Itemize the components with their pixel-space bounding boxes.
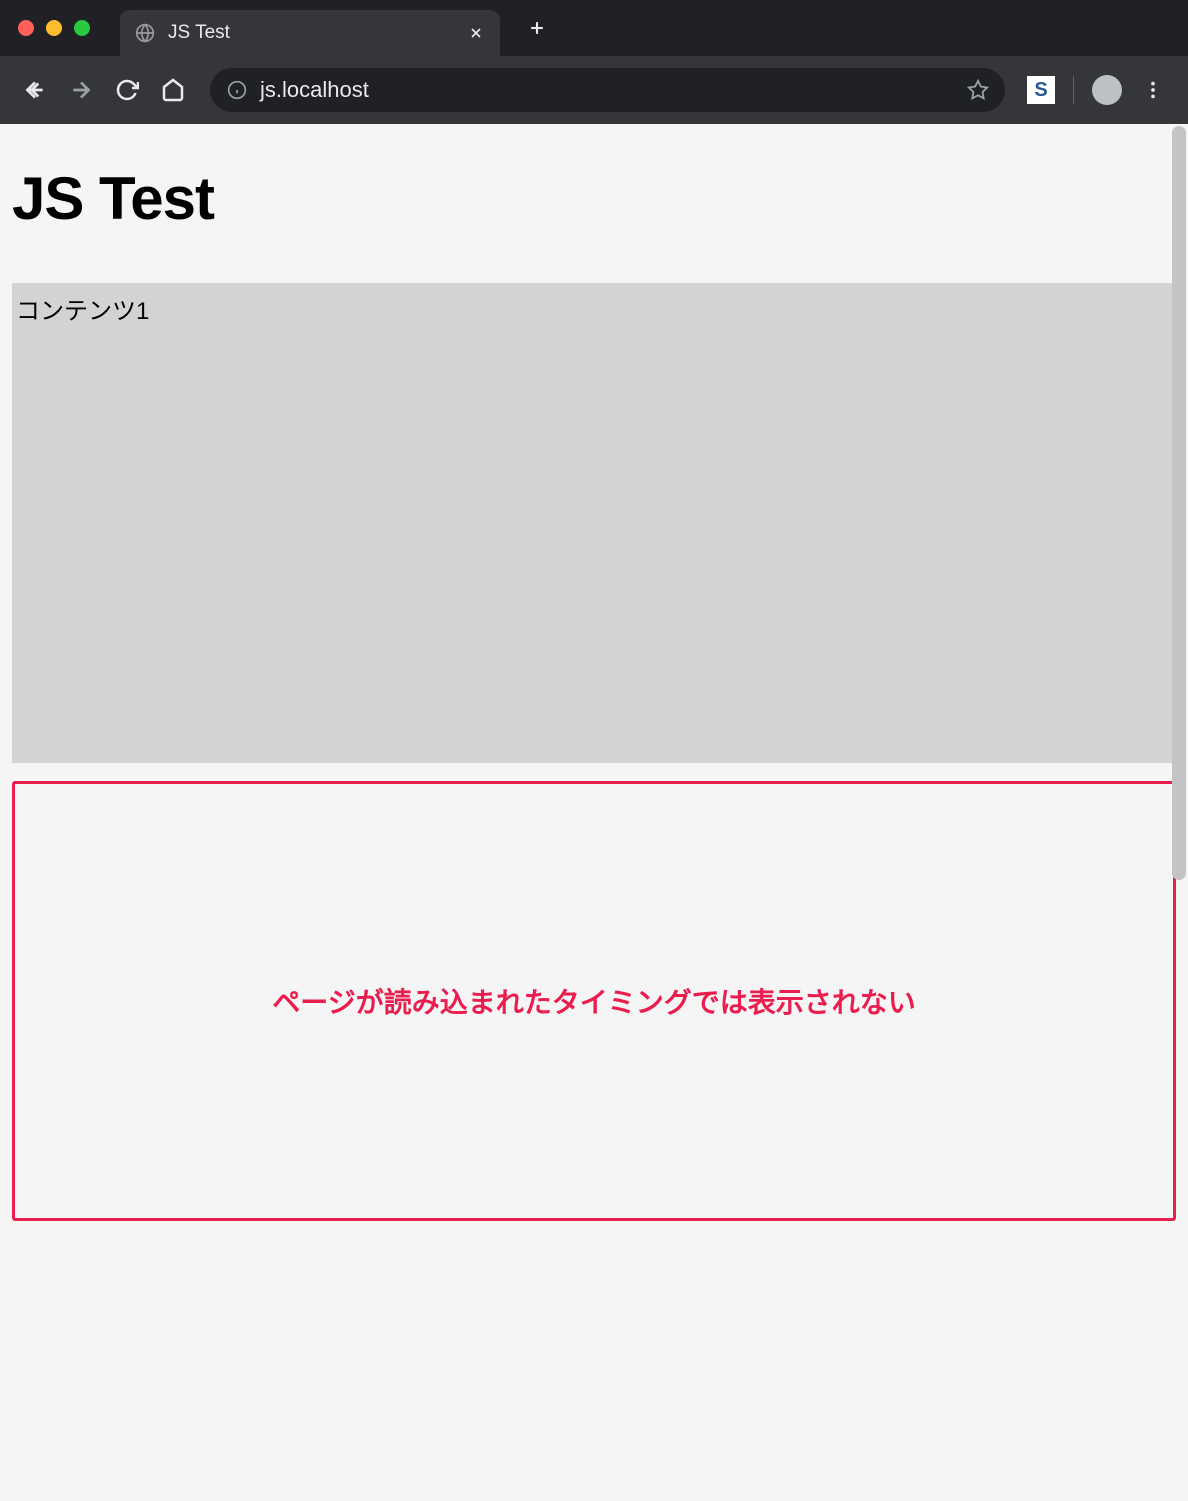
forward-button[interactable] (62, 71, 100, 109)
toolbar-divider (1073, 76, 1074, 104)
new-tab-button[interactable] (522, 13, 552, 43)
tab-bar: JS Test (0, 0, 1188, 56)
browser-chrome: JS Test (0, 0, 1188, 124)
minimize-window-button[interactable] (46, 20, 62, 36)
browser-tab[interactable]: JS Test (120, 10, 500, 56)
content-block-2: ページが読み込まれたタイミングでは表示されない (12, 781, 1176, 1221)
reload-button[interactable] (108, 71, 146, 109)
close-window-button[interactable] (18, 20, 34, 36)
info-icon[interactable] (226, 79, 248, 101)
toolbar: js.localhost S (0, 56, 1188, 124)
close-tab-icon[interactable] (466, 23, 486, 43)
maximize-window-button[interactable] (74, 20, 90, 36)
page-content: JS Test コンテンツ1 ページが読み込まれたタイミングでは表示されない (0, 124, 1188, 1501)
home-button[interactable] (154, 71, 192, 109)
url-text: js.localhost (260, 77, 955, 103)
window-controls (18, 20, 90, 36)
kebab-menu-icon[interactable] (1134, 71, 1172, 109)
back-button[interactable] (16, 71, 54, 109)
address-bar[interactable]: js.localhost (210, 68, 1005, 112)
globe-icon (134, 22, 156, 44)
content-2-text: ページが読み込まれたタイミングでは表示されない (272, 981, 915, 1021)
tab-title: JS Test (168, 22, 454, 44)
scrollbar-track[interactable] (1170, 124, 1188, 884)
content-1-text: コンテンツ1 (16, 298, 149, 325)
profile-avatar[interactable] (1092, 75, 1122, 105)
extension-icon[interactable]: S (1027, 76, 1055, 104)
page-heading: JS Test (12, 164, 1176, 233)
bookmark-star-icon[interactable] (967, 79, 989, 101)
scrollbar-thumb[interactable] (1172, 126, 1186, 880)
content-block-1: コンテンツ1 (12, 283, 1176, 763)
